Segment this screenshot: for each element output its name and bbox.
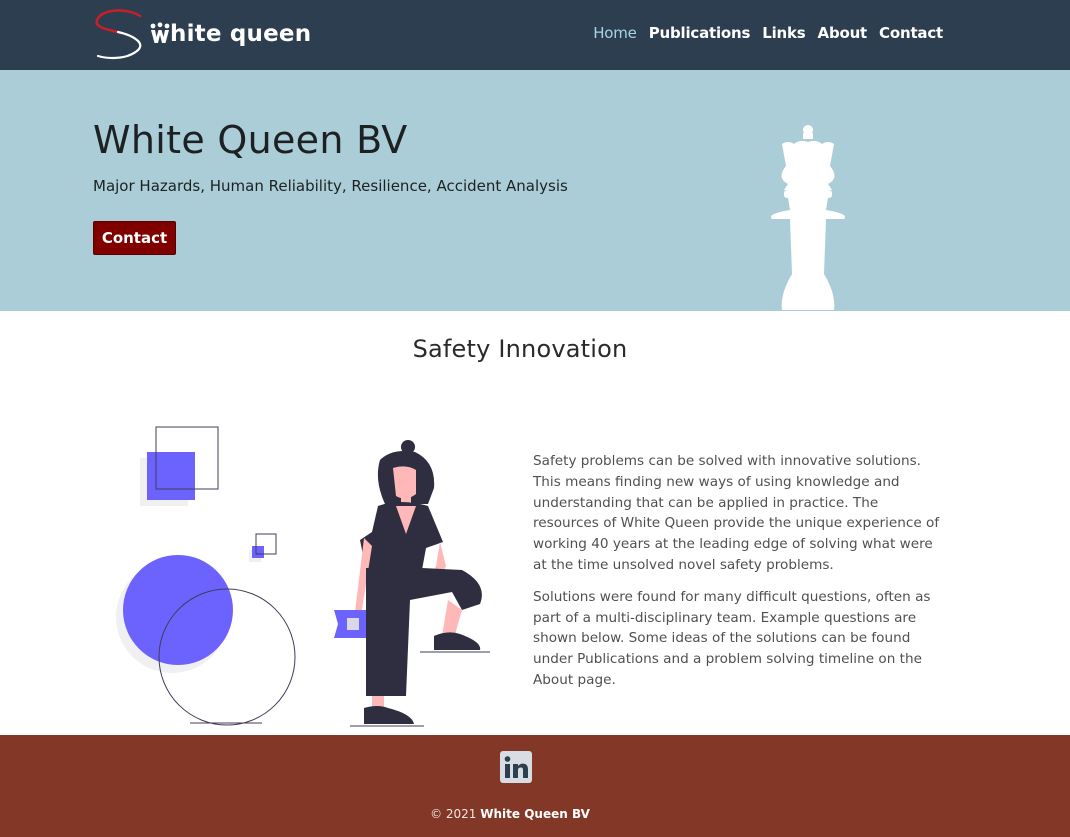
site-footer: © 2021 White Queen BV: [0, 735, 1070, 837]
nav-home[interactable]: Home: [593, 24, 637, 42]
nav-publications[interactable]: Publications: [649, 24, 751, 42]
logo-swirl-icon: [95, 9, 142, 60]
brand-name: hite queen: [150, 21, 311, 47]
crown-w-icon: [150, 22, 170, 43]
hero-title: White Queen BV: [93, 118, 408, 162]
person-with-shapes-illustration: [116, 426, 490, 727]
nav-about[interactable]: About: [818, 24, 868, 42]
brand-name-text: hite queen: [170, 21, 312, 47]
copyright-prefix: © 2021: [430, 807, 477, 821]
footer-copyright: © 2021 White Queen BV: [0, 807, 1020, 821]
top-navbar: hite queen Home Publications Links About…: [0, 0, 1070, 70]
section-copy: Safety problems can be solved with innov…: [533, 451, 943, 702]
nav-links[interactable]: Links: [762, 24, 805, 42]
linkedin-icon[interactable]: [500, 751, 532, 783]
paragraph-2: Solutions were found for many difficult …: [533, 588, 931, 688]
copyright-company: White Queen BV: [480, 807, 590, 821]
brand-logo-link[interactable]: hite queen: [92, 6, 311, 62]
person-figure: [334, 440, 490, 727]
hero-subtitle: Major Hazards, Human Reliability, Resili…: [93, 177, 568, 195]
contact-button[interactable]: Contact: [93, 221, 176, 255]
main-nav: Home Publications Links About Contact: [593, 24, 943, 42]
chess-queen-icon: [770, 125, 846, 310]
section-title: Safety Innovation: [412, 335, 628, 363]
paragraph-1: Safety problems can be solved with innov…: [533, 453, 940, 573]
hero-banner: White Queen BV Major Hazards, Human Reli…: [0, 70, 1070, 311]
nav-contact[interactable]: Contact: [879, 24, 943, 42]
linkedin-glyph-icon: [504, 756, 528, 778]
